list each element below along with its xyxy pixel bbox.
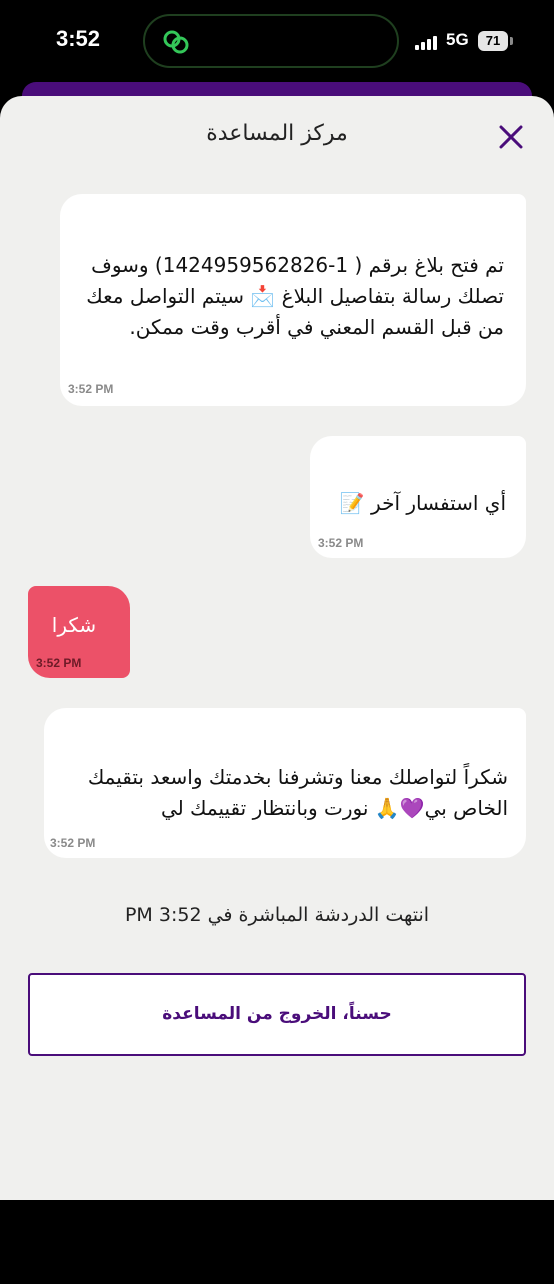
agent-message: شكراً لتواصلك معنا وتشرفنا بخدمتك واسعد … xyxy=(44,708,526,858)
message-text: شكرا xyxy=(51,613,97,637)
agent-message: تم فتح بلاغ برقم ( 1-1424959562826) وسوف… xyxy=(60,194,526,406)
message-text: أي استفسار آخر 📝 xyxy=(339,491,506,515)
status-time: 3:52 xyxy=(56,26,101,51)
message-text: شكراً لتواصلك معنا وتشرفنا بخدمتك واسعد … xyxy=(87,765,508,820)
chat-ended-note: انتهت الدردشة المباشرة في 3:52 PM xyxy=(124,904,430,926)
battery-icon: 71 xyxy=(478,31,508,51)
message-time: 3:52 PM xyxy=(318,536,364,550)
agent-message: أي استفسار آخر 📝 3:52 PM xyxy=(310,436,526,558)
user-message: شكرا 3:52 PM xyxy=(28,586,130,678)
exit-help-button[interactable]: حسناً، الخروج من المساعدة xyxy=(28,973,526,1056)
battery-tip xyxy=(510,37,513,45)
status-bar: 3:52 5G 71 xyxy=(0,0,554,90)
page-title: مركز المساعدة xyxy=(206,121,348,146)
message-time: 3:52 PM xyxy=(50,836,96,850)
message-time: 3:52 PM xyxy=(36,656,82,670)
app-logo-icon xyxy=(163,30,189,54)
dynamic-island xyxy=(143,14,399,68)
network-type: 5G xyxy=(446,30,469,49)
close-icon[interactable] xyxy=(496,122,526,152)
message-time: 3:52 PM xyxy=(68,382,114,396)
signal-icon xyxy=(415,36,439,50)
home-indicator[interactable] xyxy=(178,1278,376,1284)
message-text: تم فتح بلاغ برقم ( 1-1424959562826) وسوف… xyxy=(86,253,504,339)
help-center-sheet: مركز المساعدة تم فتح بلاغ برقم ( 1-14249… xyxy=(0,96,554,1284)
